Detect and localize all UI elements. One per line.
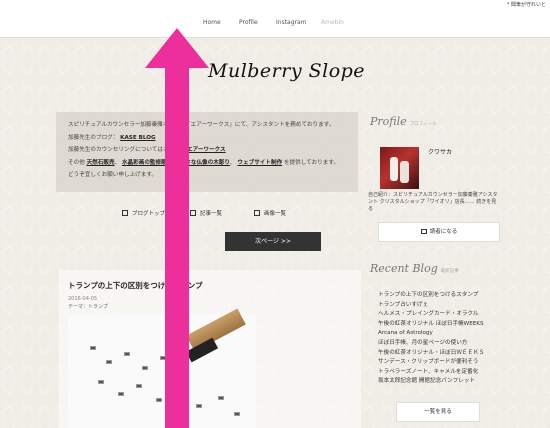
view-all-button[interactable]: 一覧を見る: [396, 402, 480, 422]
blog-title[interactable]: Mulberry Slope: [208, 60, 365, 82]
post-theme[interactable]: テーマ：トランプ: [68, 303, 108, 310]
pink-arrow-annotation: [145, 28, 209, 428]
global-nav: Home Profile Instagram Ameblo: [0, 10, 550, 38]
next-page-button[interactable]: 次ページ >>: [225, 232, 321, 251]
nav-profile[interactable]: Profile: [239, 19, 258, 26]
profile-bio: 自己紹介：スピリチュアルカウンセラー加藤秦雅アシスタント クリスタルショップ「ワ…: [368, 192, 498, 213]
recent-heading-sub: 最新記事: [440, 269, 459, 274]
recent-heading: Recent Blog 最新記事: [370, 262, 459, 275]
stamp-piece: [234, 412, 240, 416]
recent-post-item[interactable]: トランプの上下の区別をつけるスタンプ: [378, 291, 508, 301]
follow-button[interactable]: 読者になる: [378, 222, 500, 242]
camera-icon: [254, 210, 260, 216]
nav-home[interactable]: Home: [203, 19, 221, 26]
recent-heading-text: Recent Blog: [370, 262, 438, 275]
image-list-label: 画像一覧: [264, 211, 287, 217]
intro-blog-label: 加藤先生のブログ：: [68, 134, 119, 141]
top-bar: * 聞筆が守れいと: [0, 0, 550, 10]
profile-name[interactable]: クワサカ: [428, 147, 452, 156]
book-icon: [122, 210, 128, 216]
profile-heading-text: Profile: [370, 115, 407, 128]
stamp-piece: [98, 380, 104, 384]
arrow-shape: [145, 28, 209, 428]
stamp-piece: [118, 392, 124, 396]
profile-heading-sub: プロフィール: [409, 122, 437, 127]
intro-other-prefix: その他: [68, 159, 85, 166]
post-date: 2016-04-05: [68, 296, 98, 302]
avatar-figure: [400, 161, 409, 183]
stone-shop-link[interactable]: 天然石販売: [87, 160, 115, 166]
stamp-piece: [90, 346, 96, 350]
recent-post-item[interactable]: ほぼ日手帳、月の星ページの使い方: [378, 339, 508, 349]
recent-post-item[interactable]: サンデース・クリップボードが便利そう: [378, 358, 508, 368]
recent-post-item[interactable]: 午後の紅茶オリジナル・ほぼ日ＷＥＥＫＳ: [378, 349, 508, 359]
follow-label: 読者になる: [429, 229, 458, 235]
recent-posts-list: トランプの上下の区別をつけるスタンプ トランプ占いすげぇ ヘルメス・プレイングカ…: [378, 291, 508, 387]
profile-avatar[interactable]: [380, 147, 419, 189]
avatar-figure: [390, 157, 398, 181]
profile-heading: Profile プロフィール: [370, 115, 437, 128]
stamp-piece: [136, 384, 142, 388]
recent-post-item[interactable]: ヘルメス・プレイングカード・オラクル: [378, 310, 508, 320]
stamp-piece: [106, 360, 112, 364]
intro-other-suffix: を提供しております。: [283, 159, 339, 166]
nav-instagram[interactable]: Instagram: [276, 19, 307, 26]
top-notice: * 聞筆が守れいと: [506, 2, 546, 8]
stamp-piece: [124, 352, 130, 356]
recent-post-item[interactable]: トラベラーズノート、キャメルを定番化: [378, 368, 508, 378]
image-list-link[interactable]: 画像一覧: [254, 209, 286, 217]
web-production-link[interactable]: ウェブサイト制作: [237, 160, 282, 166]
recent-post-item[interactable]: Arcana of Astrology: [378, 329, 508, 339]
nav-ameblo[interactable]: Ameblo: [321, 19, 344, 26]
stamp-piece: [218, 396, 224, 400]
recent-post-item[interactable]: 坂本太郎記念館 開館記念パンフレット: [378, 377, 508, 387]
reader-icon: [420, 229, 427, 234]
recent-post-item[interactable]: 午後の紅茶オリジナル ほぼ日手帳WEEKS: [378, 320, 508, 330]
recent-post-item[interactable]: トランプ占いすげぇ: [378, 301, 508, 311]
